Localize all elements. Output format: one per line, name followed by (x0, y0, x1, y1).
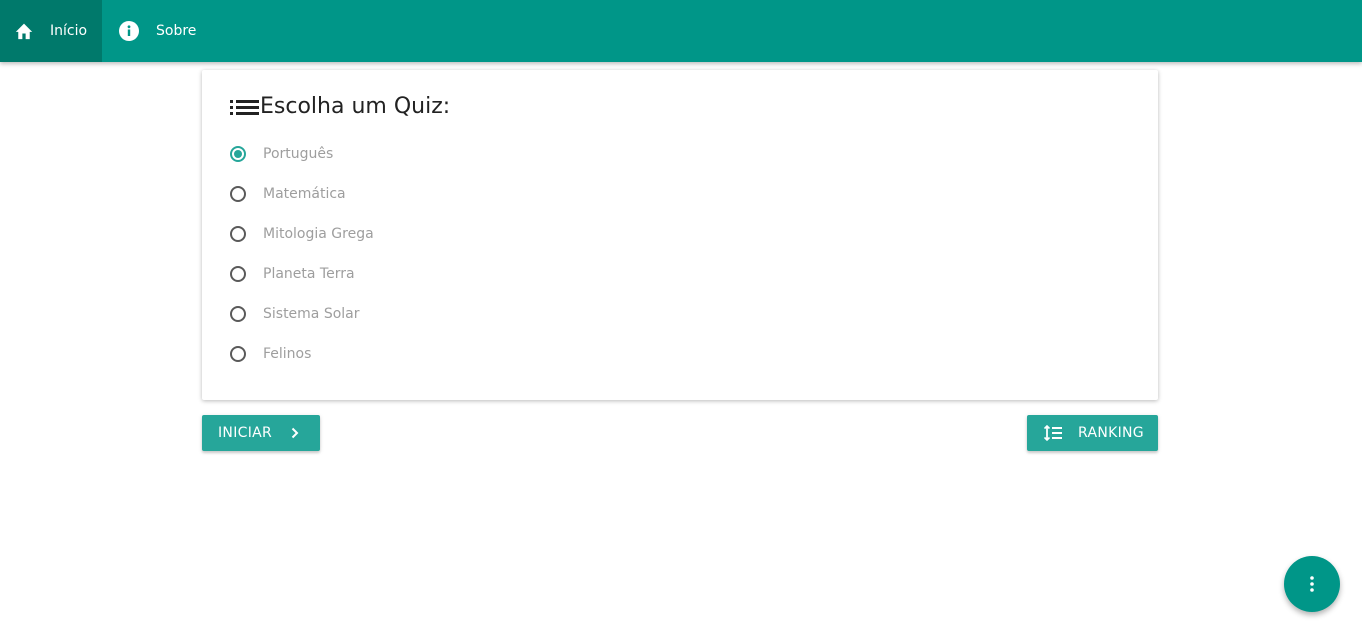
ranking-button-label: RANKING (1078, 425, 1144, 441)
nav-item-sobre[interactable]: Sobre (102, 0, 196, 62)
quiz-option-label: Português (263, 146, 334, 162)
sort-list-icon (1044, 425, 1062, 441)
home-icon (14, 21, 34, 41)
quiz-option-label: Sistema Solar (263, 306, 360, 322)
quiz-options: Português Matemática Mitologia Grega Pla… (230, 134, 374, 374)
quiz-option-mitologia-grega[interactable]: Mitologia Grega (230, 214, 374, 254)
more-vert-icon (1310, 576, 1314, 592)
more-options-fab[interactable] (1284, 556, 1340, 612)
nav-item-label: Início (50, 23, 88, 39)
quiz-option-label: Matemática (263, 186, 346, 202)
chevron-right-icon (289, 427, 301, 439)
quiz-option-planeta-terra[interactable]: Planeta Terra (230, 254, 374, 294)
quiz-option-label: Mitologia Grega (263, 226, 374, 242)
quiz-option-sistema-solar[interactable]: Sistema Solar (230, 294, 374, 334)
quiz-option-portugues[interactable]: Português (230, 134, 374, 174)
radio-button[interactable] (230, 226, 246, 242)
radio-button[interactable] (230, 306, 246, 322)
list-icon (230, 95, 260, 119)
radio-button[interactable] (230, 346, 246, 362)
quiz-title-text: Escolha um Quiz: (260, 94, 451, 119)
quiz-option-felinos[interactable]: Felinos (230, 334, 374, 374)
quiz-option-label: Felinos (263, 346, 312, 362)
quiz-option-matematica[interactable]: Matemática (230, 174, 374, 214)
radio-button[interactable] (230, 186, 246, 202)
radio-button[interactable] (230, 266, 246, 282)
start-button-label: INICIAR (218, 425, 273, 441)
ranking-button[interactable]: RANKING (1027, 415, 1158, 451)
start-button[interactable]: INICIAR (202, 415, 320, 451)
nav-item-label: Sobre (156, 23, 197, 39)
quiz-card: Escolha um Quiz: Português Matemática Mi… (202, 70, 1158, 400)
quiz-title: Escolha um Quiz: (230, 94, 450, 119)
top-navbar: Início Sobre (0, 0, 1362, 62)
nav-item-inicio[interactable]: Início (0, 0, 102, 62)
radio-button[interactable] (230, 146, 246, 162)
info-icon (119, 21, 139, 41)
quiz-option-label: Planeta Terra (263, 266, 355, 282)
